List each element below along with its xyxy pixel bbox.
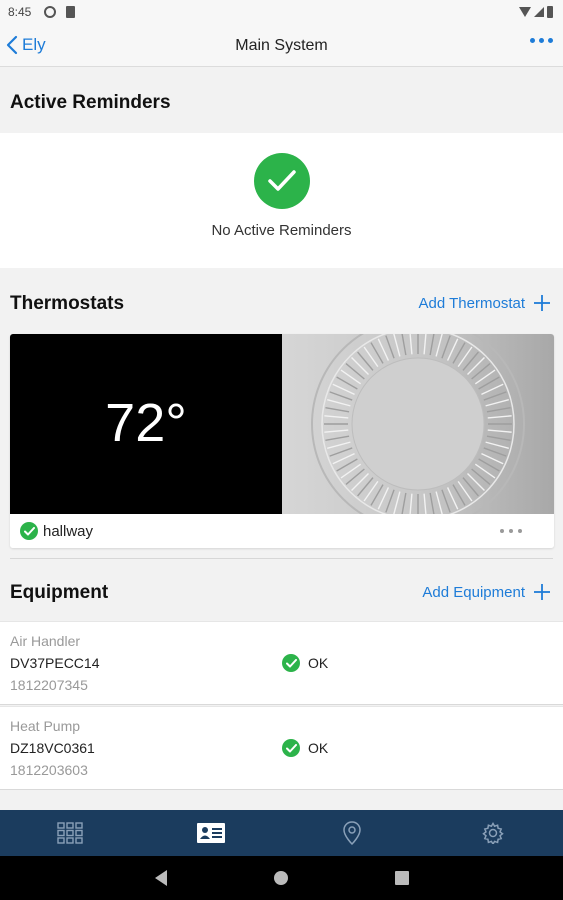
equipment-header: Equipment Add Equipment bbox=[0, 559, 563, 620]
system-home-icon[interactable] bbox=[274, 871, 288, 885]
equipment-model: DZ18VC0361 bbox=[10, 740, 95, 756]
cell-signal-icon bbox=[534, 7, 544, 17]
reminders-panel: No Active Reminders bbox=[0, 133, 563, 268]
tab-dashboard[interactable] bbox=[0, 810, 141, 856]
battery-icon bbox=[547, 6, 553, 18]
tab-systems[interactable] bbox=[141, 810, 282, 856]
reminders-header: Active Reminders bbox=[0, 67, 563, 133]
plus-icon bbox=[534, 584, 550, 600]
add-thermostat-button[interactable]: Add Thermostat bbox=[419, 294, 551, 312]
wifi-icon bbox=[519, 7, 531, 17]
page-title: Main System bbox=[235, 37, 328, 54]
equipment-status: OK bbox=[282, 739, 328, 757]
sync-icon bbox=[44, 6, 56, 18]
thermostats-title: Thermostats bbox=[10, 293, 125, 314]
thermostat-dial-image bbox=[282, 334, 554, 514]
equipment-type: Heat Pump bbox=[10, 718, 81, 734]
thermostat-card[interactable]: 72° hallway bbox=[10, 334, 554, 548]
id-card-icon bbox=[197, 823, 226, 843]
add-thermostat-label: Add Thermostat bbox=[418, 294, 525, 312]
add-equipment-button[interactable]: Add Equipment bbox=[422, 583, 551, 601]
system-recents-icon[interactable] bbox=[395, 871, 409, 885]
equipment-type: Air Handler bbox=[10, 633, 81, 649]
equipment-title: Equipment bbox=[10, 582, 109, 603]
thermostat-display: 72° bbox=[10, 334, 282, 514]
status-bar: 8:45 bbox=[0, 0, 563, 26]
thermostat-temperature: 72° bbox=[105, 393, 187, 453]
equipment-model: DV37PECC14 bbox=[10, 655, 100, 671]
status-check-icon bbox=[282, 654, 300, 672]
system-back-icon[interactable] bbox=[155, 870, 167, 886]
equipment-status: OK bbox=[282, 654, 328, 672]
add-equipment-label: Add Equipment bbox=[422, 583, 525, 601]
navigation-bar: Ely Main System bbox=[0, 26, 563, 67]
location-pin-icon bbox=[343, 821, 361, 845]
more-options-button[interactable] bbox=[530, 38, 553, 43]
equipment-list: Air Handler DV37PECC14 1812207345 OK Hea… bbox=[0, 621, 563, 791]
thermostat-more-button[interactable] bbox=[500, 529, 522, 533]
thermostat-footer: hallway bbox=[10, 514, 554, 548]
plus-icon bbox=[534, 295, 550, 311]
grid-icon bbox=[57, 822, 84, 844]
sd-card-icon bbox=[66, 6, 75, 18]
thermostats-header: Thermostats Add Thermostat bbox=[0, 268, 563, 334]
equipment-serial: 1812207345 bbox=[10, 677, 88, 693]
tab-settings[interactable] bbox=[422, 810, 563, 856]
equipment-status-label: OK bbox=[308, 655, 329, 671]
tab-locations[interactable] bbox=[282, 810, 423, 856]
checkmark-icon bbox=[254, 153, 310, 209]
gear-icon bbox=[481, 822, 504, 844]
equipment-status-label: OK bbox=[308, 740, 329, 756]
status-check-icon bbox=[20, 522, 38, 540]
no-reminders-text: No Active Reminders bbox=[211, 222, 352, 239]
status-indicators bbox=[519, 6, 553, 18]
bottom-tab-bar bbox=[0, 810, 563, 856]
equipment-serial: 1812203603 bbox=[10, 762, 88, 778]
reminders-title: Active Reminders bbox=[10, 92, 171, 113]
status-check-icon bbox=[282, 739, 300, 757]
equipment-row[interactable]: Heat Pump DZ18VC0361 1812203603 OK bbox=[0, 706, 563, 790]
thermostat-name: hallway bbox=[43, 523, 94, 540]
status-time: 8:45 bbox=[8, 5, 32, 19]
system-navigation-bar bbox=[0, 856, 563, 900]
equipment-row[interactable]: Air Handler DV37PECC14 1812207345 OK bbox=[0, 621, 563, 705]
